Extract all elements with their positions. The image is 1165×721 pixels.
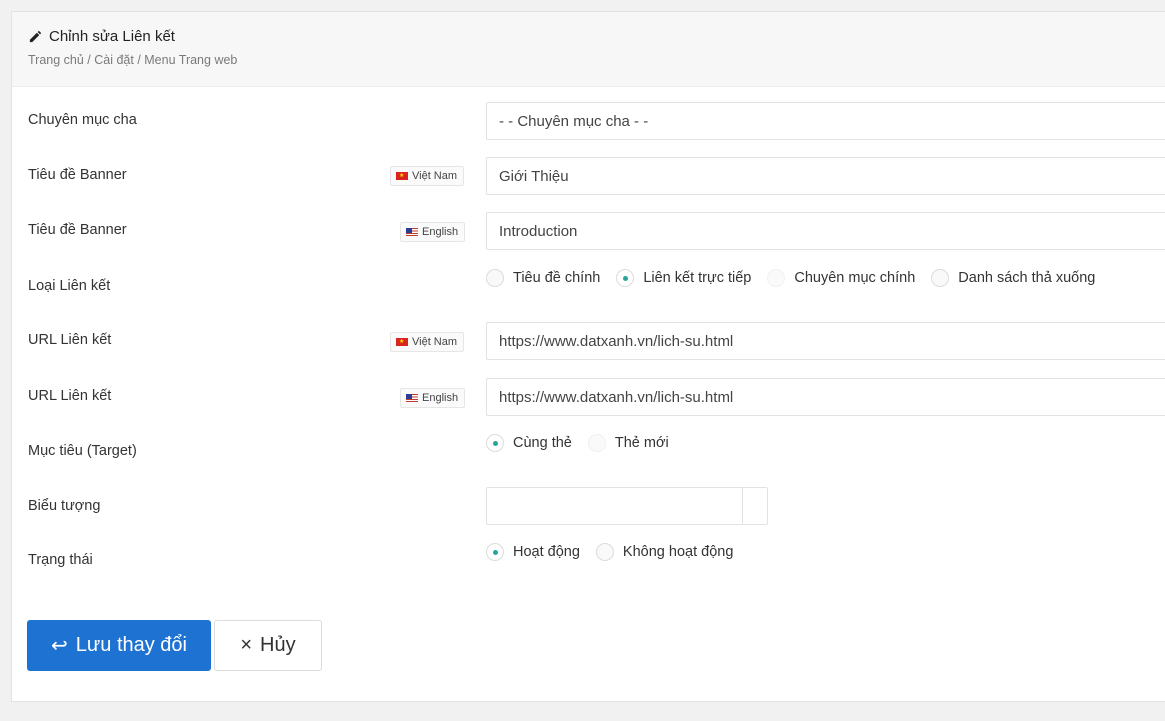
language-badge-vi-text: Việt Nam (412, 170, 458, 182)
target-option[interactable]: Cùng thẻ (486, 434, 572, 452)
status-option[interactable]: Hoạt động (486, 543, 580, 561)
radio-label: Liên kết trực tiếp (643, 270, 752, 286)
vietnam-flag-icon (396, 337, 408, 347)
banner-title-vi-input[interactable]: Giới Thiệu (486, 157, 1165, 195)
url-vi-input[interactable]: https://www.datxanh.vn/lich-su.html (486, 322, 1165, 360)
radio-button[interactable] (767, 269, 786, 287)
parent-category-label: Chuyên mục cha (28, 112, 137, 128)
page-title: Chỉnh sửa Liên kết (28, 28, 175, 45)
save-button[interactable]: ↩ Lưu thay đổi (27, 620, 211, 671)
icon-picker-addon[interactable] (742, 488, 767, 524)
parent-category-select[interactable]: - - Chuyên mục cha - - (486, 102, 1165, 140)
radio-label: Hoạt động (513, 544, 580, 560)
breadcrumb: Trang chủ / Cài đặt / Menu Trang web (28, 53, 238, 67)
radio-label: Cùng thẻ (513, 435, 572, 451)
link-type-label: Loại Liên kết (28, 278, 111, 294)
status-option[interactable]: Không hoạt động (595, 543, 734, 561)
language-badge-en-text: English (422, 226, 459, 238)
status-radio-group: Hoạt động Không hoạt động (486, 543, 749, 561)
radio-label: Chuyên mục chính (794, 270, 916, 286)
pencil-icon (29, 31, 41, 43)
language-badge-en: English (400, 222, 466, 242)
url-en-label: URL Liên kết (28, 388, 112, 404)
url-en-input[interactable]: https://www.datxanh.vn/lich-su.html (486, 378, 1165, 416)
usa-flag-icon (406, 394, 418, 402)
radio-button[interactable] (587, 434, 606, 452)
status-label: Trạng thái (28, 552, 93, 568)
edit-link-card: Chỉnh sửa Liên kết Trang chủ / Cài đặt /… (11, 11, 1165, 702)
cancel-button-label: Hủy (260, 634, 296, 656)
link-type-option[interactable]: Tiêu đề chính (486, 269, 600, 287)
close-icon: × (240, 634, 253, 656)
target-label: Mục tiêu (Target) (28, 443, 137, 459)
radio-button-checked[interactable] (486, 434, 504, 452)
language-badge-vi-text: Việt Nam (412, 336, 458, 348)
radio-button-checked[interactable] (486, 543, 504, 561)
language-badge-en-text: English (422, 392, 459, 404)
banner-title-vi-label: Tiêu đề Banner (28, 167, 127, 183)
radio-label: Tiêu đề chính (513, 270, 601, 286)
language-badge-vi: Việt Nam (390, 332, 465, 352)
language-badge-en: English (400, 388, 466, 408)
target-option[interactable]: Thẻ mới (587, 434, 669, 452)
card-header: Chỉnh sửa Liên kết Trang chủ / Cài đặt /… (12, 12, 1165, 87)
page-title-text: Chỉnh sửa Liên kết (49, 28, 175, 45)
language-badge-vi: Việt Nam (390, 166, 465, 186)
icon-label: Biểu tượng (28, 498, 101, 514)
return-arrow-icon: ↩ (50, 635, 68, 657)
banner-title-en-input[interactable]: Introduction (486, 212, 1165, 250)
radio-label: Không hoạt động (622, 544, 734, 560)
vietnam-flag-icon (396, 171, 408, 181)
radio-button[interactable] (486, 269, 504, 287)
usa-flag-icon (406, 228, 418, 236)
radio-button-checked[interactable] (616, 269, 635, 287)
radio-button[interactable] (931, 269, 950, 287)
url-vi-label: URL Liên kết (28, 332, 112, 348)
link-type-option[interactable]: Danh sách thả xuống (931, 269, 1095, 287)
cancel-button[interactable]: × Hủy (214, 620, 322, 671)
save-button-label: Lưu thay đổi (75, 634, 187, 656)
icon-input[interactable] (486, 487, 768, 525)
link-type-radio-group: Tiêu đề chính Liên kết trực tiếp Chuyên … (486, 269, 1111, 287)
link-type-option[interactable]: Chuyên mục chính (767, 269, 915, 287)
radio-label: Danh sách thả xuống (958, 270, 1096, 286)
link-type-option[interactable]: Liên kết trực tiếp (616, 269, 751, 287)
banner-title-en-label: Tiêu đề Banner (28, 222, 127, 238)
radio-button[interactable] (595, 543, 614, 561)
radio-label: Thẻ mới (614, 435, 669, 451)
target-radio-group: Cùng thẻ Thẻ mới (486, 434, 685, 452)
